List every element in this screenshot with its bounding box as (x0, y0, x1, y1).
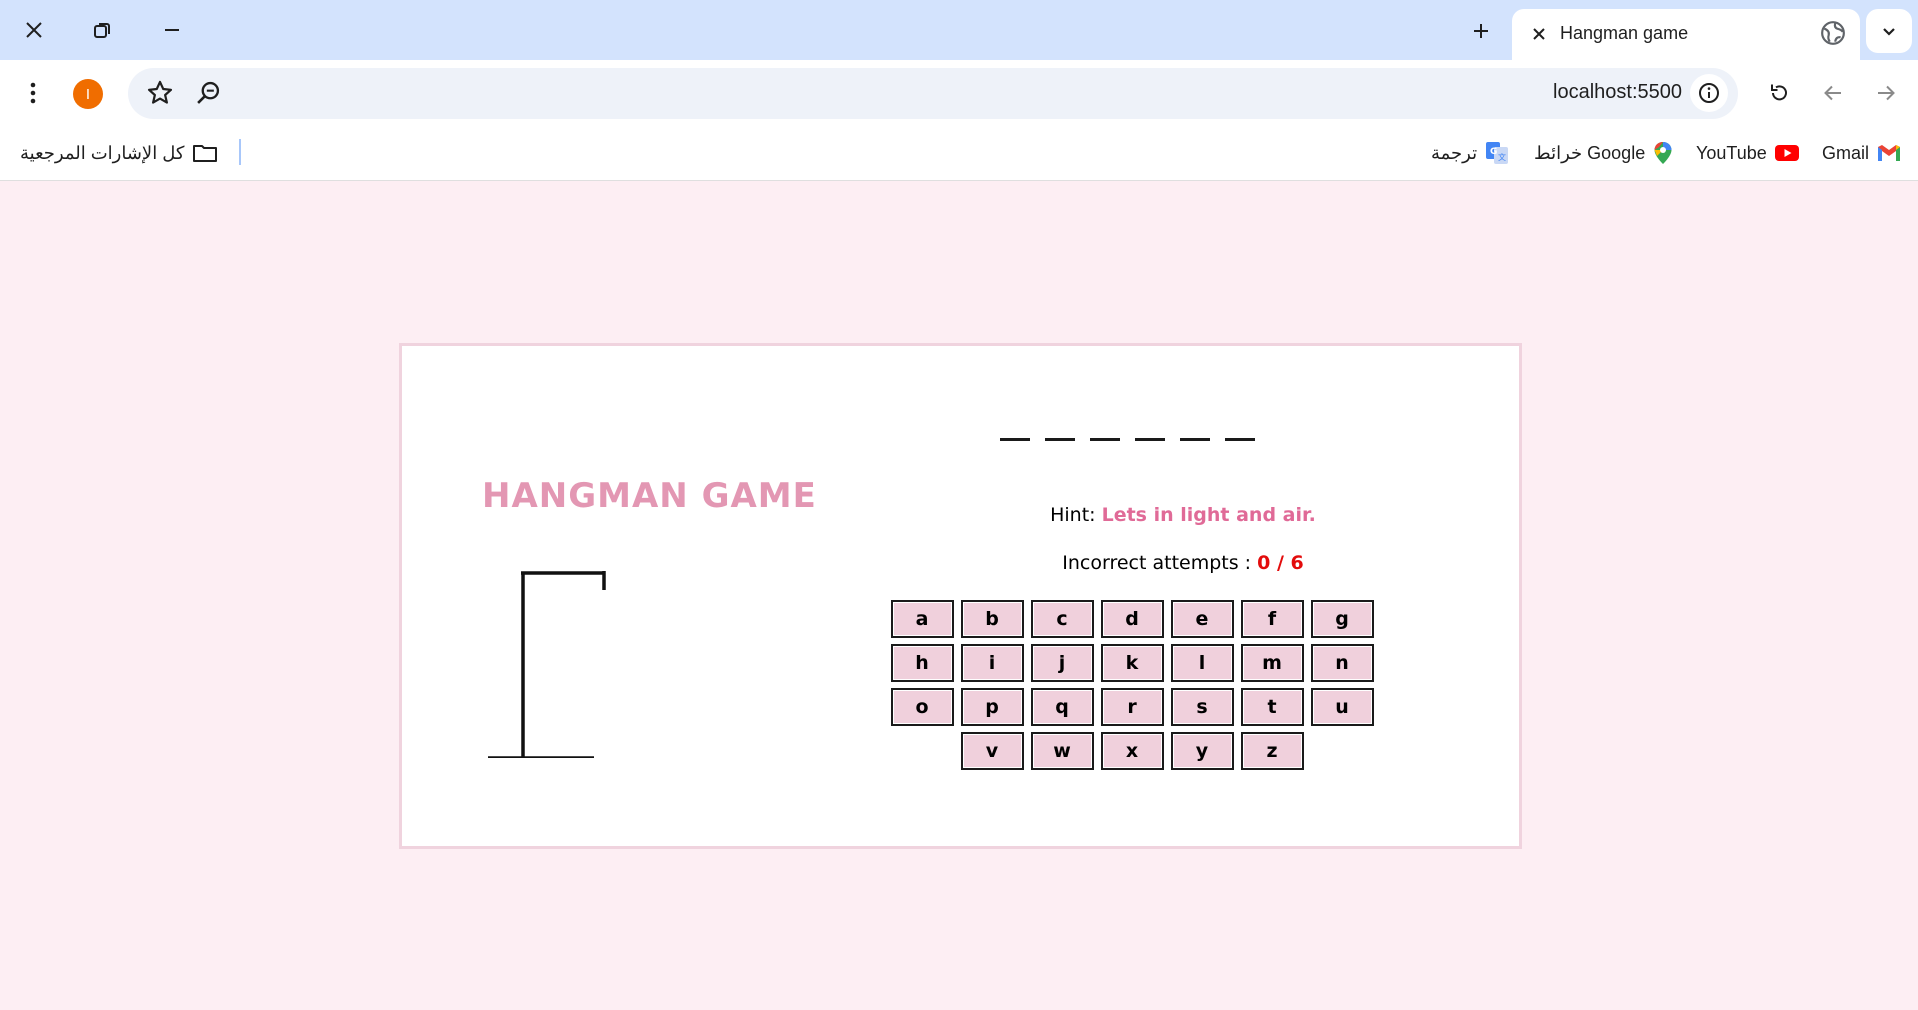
letter-blank (1135, 438, 1165, 441)
letter-key-f[interactable]: f (1240, 600, 1304, 638)
bookmark-label: YouTube (1696, 142, 1767, 163)
tab-title: Hangman game (1560, 23, 1689, 43)
hint-text: Lets in light and air. (1101, 504, 1316, 526)
letter-blank (1045, 438, 1075, 441)
bookmark-youtube[interactable]: YouTube (1696, 139, 1799, 167)
letter-key-g[interactable]: g (1310, 600, 1374, 638)
reload-button[interactable] (1761, 75, 1797, 111)
youtube-icon (1774, 145, 1799, 161)
close-icon (1533, 28, 1545, 40)
svg-text:G: G (1490, 147, 1497, 157)
bookmarks-separator (239, 139, 241, 165)
incorrect-attempts: Incorrect attempts : 0 / 6 (402, 552, 1519, 574)
letter-key-e[interactable]: e (1170, 600, 1234, 638)
profile-avatar[interactable]: I (73, 79, 103, 109)
letter-key-m[interactable]: m (1240, 644, 1304, 682)
folder-icon (193, 145, 218, 162)
bookmarks-bar: كل الإشارات المرجعية ترجمة G文 خرائط Goog… (0, 127, 1918, 181)
letter-key-x[interactable]: x (1100, 732, 1164, 770)
plus-icon (1474, 24, 1488, 38)
menu-button[interactable] (15, 75, 51, 111)
restore-window-button[interactable] (82, 10, 122, 50)
google-maps-icon (1654, 142, 1672, 164)
letter-keyboard: abcdefg hijklmn opqrstu vwxyz (856, 600, 1408, 770)
reload-icon (1771, 84, 1787, 101)
url-text[interactable]: localhost:5500 (1553, 81, 1682, 104)
letter-key-u[interactable]: u (1310, 688, 1374, 726)
svg-text:文: 文 (1498, 152, 1506, 162)
bookmark-label: ترجمة (1431, 142, 1478, 163)
bookmark-label: Gmail (1822, 142, 1870, 163)
arrow-left-icon (1824, 85, 1841, 101)
letter-key-a[interactable]: a (890, 600, 954, 638)
gallows-drawing (488, 571, 606, 758)
bookmark-label: خرائط Google (1534, 142, 1646, 163)
letter-key-w[interactable]: w (1030, 732, 1094, 770)
info-icon (1699, 83, 1719, 103)
bookmark-translate[interactable]: ترجمة G文 (1431, 139, 1509, 167)
letter-key-v[interactable]: v (960, 732, 1024, 770)
globe-icon (1821, 21, 1845, 45)
browser-toolbar: I localhost:5500 (0, 60, 1918, 127)
more-vert-icon (30, 82, 36, 104)
letter-blank (1225, 438, 1255, 441)
letter-key-n[interactable]: n (1310, 644, 1374, 682)
letter-key-l[interactable]: l (1170, 644, 1234, 682)
minimize-window-button[interactable] (152, 10, 192, 50)
letter-key-s[interactable]: s (1170, 688, 1234, 726)
letter-key-j[interactable]: j (1030, 644, 1094, 682)
letter-key-h[interactable]: h (890, 644, 954, 682)
word-display (1000, 438, 1255, 441)
tab-search-button[interactable] (1866, 9, 1912, 53)
forward-button[interactable] (1868, 75, 1904, 111)
gmail-icon (1878, 145, 1901, 161)
letter-key-z[interactable]: z (1240, 732, 1304, 770)
hint-label: Hint: (1050, 504, 1096, 526)
active-tab[interactable]: Hangman game (1512, 9, 1860, 60)
chevron-down-icon (1883, 28, 1895, 36)
tab-close-button[interactable] (1526, 21, 1552, 47)
letter-key-d[interactable]: d (1100, 600, 1164, 638)
letter-key-t[interactable]: t (1240, 688, 1304, 726)
letter-key-y[interactable]: y (1170, 732, 1234, 770)
all-bookmarks-label: كل الإشارات المرجعية (20, 142, 185, 163)
letter-key-b[interactable]: b (960, 600, 1024, 638)
game-container: HANGMAN GAME Hint: Lets in light and air… (399, 343, 1522, 849)
letter-blank (1000, 438, 1030, 441)
close-window-button[interactable] (14, 10, 54, 50)
back-button[interactable] (1815, 75, 1851, 111)
letter-blank (1180, 438, 1210, 441)
address-bar[interactable]: localhost:5500 (128, 68, 1738, 119)
letter-key-q[interactable]: q (1030, 688, 1094, 726)
close-icon (26, 22, 42, 38)
tab-strip: Hangman game (0, 0, 1918, 60)
letter-blank (1090, 438, 1120, 441)
letter-key-c[interactable]: c (1030, 600, 1094, 638)
site-info-button[interactable] (1690, 74, 1728, 112)
minimize-icon (165, 29, 179, 31)
google-translate-icon: G文 (1486, 142, 1509, 164)
new-tab-button[interactable] (1462, 12, 1500, 50)
all-bookmarks-button[interactable]: كل الإشارات المرجعية (20, 139, 218, 167)
attempts-label: Incorrect attempts : (1062, 552, 1252, 574)
letter-key-i[interactable]: i (960, 644, 1024, 682)
restore-icon (94, 23, 110, 38)
letter-key-o[interactable]: o (890, 688, 954, 726)
letter-key-r[interactable]: r (1100, 688, 1164, 726)
arrow-right-icon (1878, 85, 1895, 101)
zoom-icon[interactable] (194, 79, 222, 107)
letter-key-p[interactable]: p (960, 688, 1024, 726)
bookmark-gmail[interactable]: Gmail (1822, 139, 1901, 167)
star-icon[interactable] (146, 79, 174, 107)
attempts-value: 0 / 6 (1257, 552, 1304, 574)
letter-key-k[interactable]: k (1100, 644, 1164, 682)
hint: Hint: Lets in light and air. (402, 504, 1519, 526)
bookmark-google-maps[interactable]: خرائط Google (1534, 139, 1673, 167)
